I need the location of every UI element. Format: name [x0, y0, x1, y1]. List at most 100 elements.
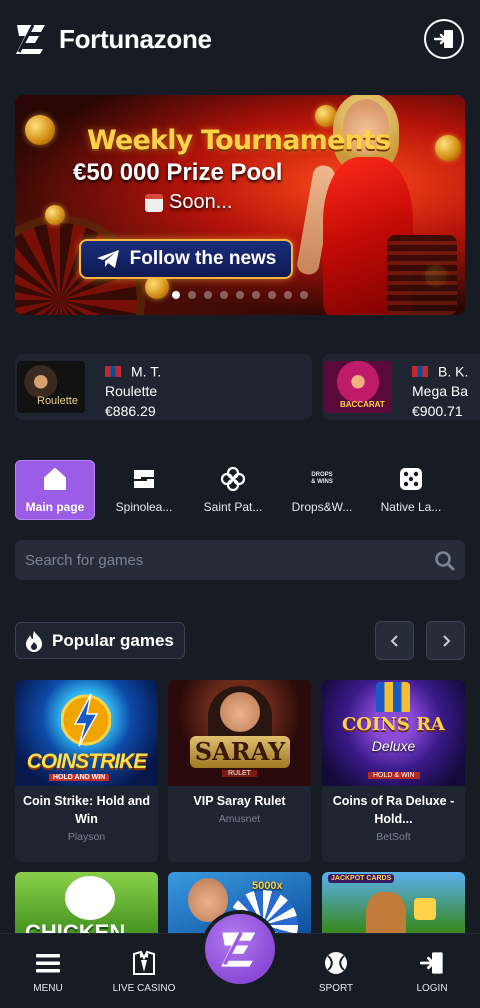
game-card[interactable]: COINS RA Deluxe HOLD & WIN Coins of Ra D…	[322, 680, 465, 862]
search-icon[interactable]	[434, 550, 455, 571]
bottom-navigation: MENU LIVE CASINO SPORT LOGIN	[0, 914, 480, 1008]
game-art-badge: 5000x	[252, 880, 283, 892]
nav-label: SPORT	[318, 983, 354, 994]
search-input[interactable]	[25, 551, 415, 569]
fire-icon	[26, 630, 42, 652]
tab-label: Saint Pat...	[203, 500, 263, 514]
game-thumbnail: BACCARAT	[324, 361, 392, 413]
game-title: Coins of Ra Deluxe - Hold...	[332, 794, 455, 826]
coin-graphic	[45, 205, 65, 225]
game-art: COINSTRIKE HOLD AND WIN	[15, 680, 158, 786]
login-icon	[419, 952, 443, 974]
game-art: COINS RA Deluxe HOLD & WIN	[322, 680, 465, 786]
follow-news-label: Follow the news	[129, 248, 277, 269]
game-art: SARAY RULET	[168, 680, 311, 786]
dice-graphic	[414, 898, 436, 920]
popular-games-heading[interactable]: Popular games	[15, 622, 185, 659]
game-card[interactable]: CHICKEN	[15, 872, 158, 942]
nav-live-casino[interactable]: LIVE CASINO	[99, 950, 189, 994]
category-tabs: Main page Spinolea... Saint Pat... DROPS…	[15, 460, 460, 520]
tab-main-page[interactable]: Main page	[15, 460, 95, 520]
tab-saint-patrick[interactable]: Saint Pat...	[193, 460, 273, 520]
game-card[interactable]: JACKPOT CARDS	[322, 872, 465, 942]
carousel-next-button[interactable]	[426, 621, 465, 660]
spinoleague-icon	[134, 470, 154, 488]
winner-name: B. K.	[438, 363, 469, 380]
nav-sport[interactable]: SPORT	[291, 950, 381, 994]
home-icon	[44, 468, 66, 490]
brand-name: Fortunazone	[59, 23, 212, 54]
tab-drops-wins[interactable]: DROPS & WINS Drops&W...	[282, 460, 362, 520]
tab-label: Spinolea...	[115, 500, 173, 514]
slider-dots	[15, 291, 465, 299]
banner-title: Weekly Tournaments	[87, 125, 391, 156]
slider-dot[interactable]	[236, 291, 244, 299]
win-info: M. T. Roulette €886.29	[105, 354, 161, 420]
player-graphic	[188, 878, 228, 922]
game-card[interactable]: COINSTRIKE HOLD AND WIN Coin Strike: Hol…	[15, 680, 158, 862]
follow-news-button[interactable]: Follow the news	[79, 239, 293, 279]
coin-graphic	[435, 135, 461, 161]
nav-label: LIVE CASINO	[112, 983, 176, 994]
telegram-icon	[96, 250, 119, 268]
login-icon	[433, 30, 453, 48]
win-info: B. K. Mega Ba €900.71	[412, 354, 468, 420]
nav-home-logo-button[interactable]	[205, 914, 275, 984]
slider-dot[interactable]	[300, 291, 308, 299]
tab-native-la[interactable]: Native La...	[371, 460, 451, 520]
game-provider: Amusnet	[218, 813, 261, 825]
nav-label: LOGIN	[416, 983, 448, 994]
mongolia-flag-icon	[412, 365, 428, 377]
game-card[interactable]: SARAY RULET VIP Saray Rulet Amusnet	[168, 680, 311, 862]
ball-icon	[325, 952, 347, 974]
game-provider: Playson	[67, 831, 106, 843]
game-art-deluxe: Deluxe	[371, 738, 416, 754]
slider-dot[interactable]	[172, 291, 180, 299]
calendar-icon	[145, 193, 163, 212]
chevron-right-icon	[442, 634, 450, 647]
recent-win-card[interactable]: BACCARAT B. K. Mega Ba €900.71	[322, 354, 480, 420]
slider-dot[interactable]	[284, 291, 292, 299]
chicken-graphic	[65, 876, 115, 920]
slider-dot[interactable]	[268, 291, 276, 299]
dealer-head	[220, 692, 260, 732]
tab-label: Drops&W...	[291, 500, 353, 514]
lightning-icon	[61, 693, 111, 747]
brand-logo[interactable]: Fortunazone	[15, 22, 212, 56]
fortunazone-logo-icon	[221, 931, 256, 967]
popular-games-title: Popular games	[52, 630, 174, 650]
drops-wins-icon: DROPS & WINS	[311, 472, 333, 485]
chip-stack-graphic	[387, 235, 457, 315]
slider-dot[interactable]	[188, 291, 196, 299]
slider-dot[interactable]	[252, 291, 260, 299]
banner-prize: €50 000 Prize Pool	[73, 159, 283, 186]
win-amount: €886.29	[105, 403, 156, 420]
recent-win-card[interactable]: Roulette M. T. Roulette €886.29	[15, 354, 312, 420]
game-title: Coin Strike: Hold and Win	[22, 794, 151, 826]
slider-dot[interactable]	[220, 291, 228, 299]
carousel-prev-button[interactable]	[375, 621, 414, 660]
win-game: Mega Ba	[412, 383, 469, 400]
promo-banner[interactable]: Weekly Tournaments €50 000 Prize Pool So…	[15, 95, 465, 315]
winner-name: M. T.	[131, 363, 162, 380]
menu-icon	[36, 954, 60, 973]
game-art-subtitle: HOLD AND WIN	[49, 774, 110, 781]
win-amount: €900.71	[412, 403, 463, 420]
login-button[interactable]	[424, 19, 464, 59]
clover-icon	[220, 466, 246, 492]
chevron-left-icon	[390, 634, 398, 647]
coin-graphic	[25, 115, 55, 145]
pharaoh-headdress	[376, 682, 410, 712]
game-art-title: COINSTRIKE	[26, 750, 148, 773]
slider-dot[interactable]	[204, 291, 212, 299]
game-art-subtitle: HOLD & WIN	[368, 772, 420, 779]
dice-icon	[400, 468, 422, 490]
win-game: Roulette	[105, 383, 158, 400]
tab-label: Native La...	[380, 500, 442, 514]
nav-login[interactable]: LOGIN	[387, 950, 477, 994]
nav-menu[interactable]: MENU	[3, 950, 93, 994]
tuxedo-icon	[133, 950, 155, 975]
tab-spinoleague[interactable]: Spinolea...	[104, 460, 184, 520]
game-art-title: SARAY	[190, 736, 290, 768]
game-thumbnail: Roulette	[17, 361, 85, 413]
